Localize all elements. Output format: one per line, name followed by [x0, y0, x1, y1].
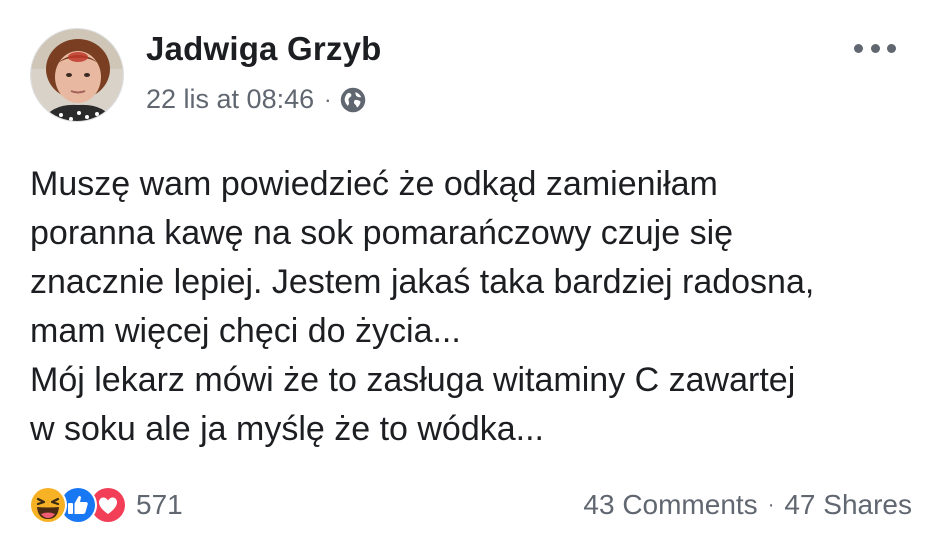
stats-separator: · [767, 493, 775, 516]
reactions-summary[interactable]: 571 [28, 483, 183, 527]
post-body-line: mam więcej chęci do życia... [30, 312, 461, 350]
author-avatar[interactable] [30, 28, 124, 122]
post-body-line: znacznie lepiej. Jestem jakaś taka bardz… [30, 263, 815, 301]
post-timestamp[interactable]: 22 lis at 08:46 [146, 84, 314, 115]
facebook-post: Jadwiga Grzyb 22 lis at 08:46 · Muszę wa… [0, 0, 940, 558]
haha-reaction-icon [29, 486, 67, 524]
post-stats: 43 Comments · 47 Shares [583, 489, 912, 521]
meta-separator: · [324, 86, 332, 112]
post-body-line: Muszę wam powiedzieć że odkąd zamieniłam [30, 165, 718, 203]
post-meta: 22 lis at 08:46 · [146, 84, 367, 115]
more-options-icon[interactable] [854, 38, 896, 58]
author-name[interactable]: Jadwiga Grzyb [146, 30, 382, 68]
post-body-line: w soku ale ja myślę że to wódka... [30, 410, 545, 448]
reaction-icons [28, 483, 128, 527]
post-body-line: poranna kawę na sok pomarańczowy czuje s… [30, 214, 734, 252]
avatar-image [31, 29, 123, 121]
post-footer: 571 43 Comments · 47 Shares [28, 482, 912, 528]
post-body: Muszę wam powiedzieć że odkąd zamieniłam… [30, 160, 920, 454]
reaction-count: 571 [136, 489, 183, 520]
post-body-line: Mój lekarz mówi że to zasługa witaminy C… [30, 361, 796, 399]
more-dot [854, 43, 863, 53]
comments-link[interactable]: 43 Comments [583, 489, 757, 521]
more-dot [870, 43, 880, 53]
shares-link[interactable]: 47 Shares [784, 489, 912, 521]
globe-icon[interactable] [339, 86, 367, 114]
more-dot [887, 43, 896, 53]
